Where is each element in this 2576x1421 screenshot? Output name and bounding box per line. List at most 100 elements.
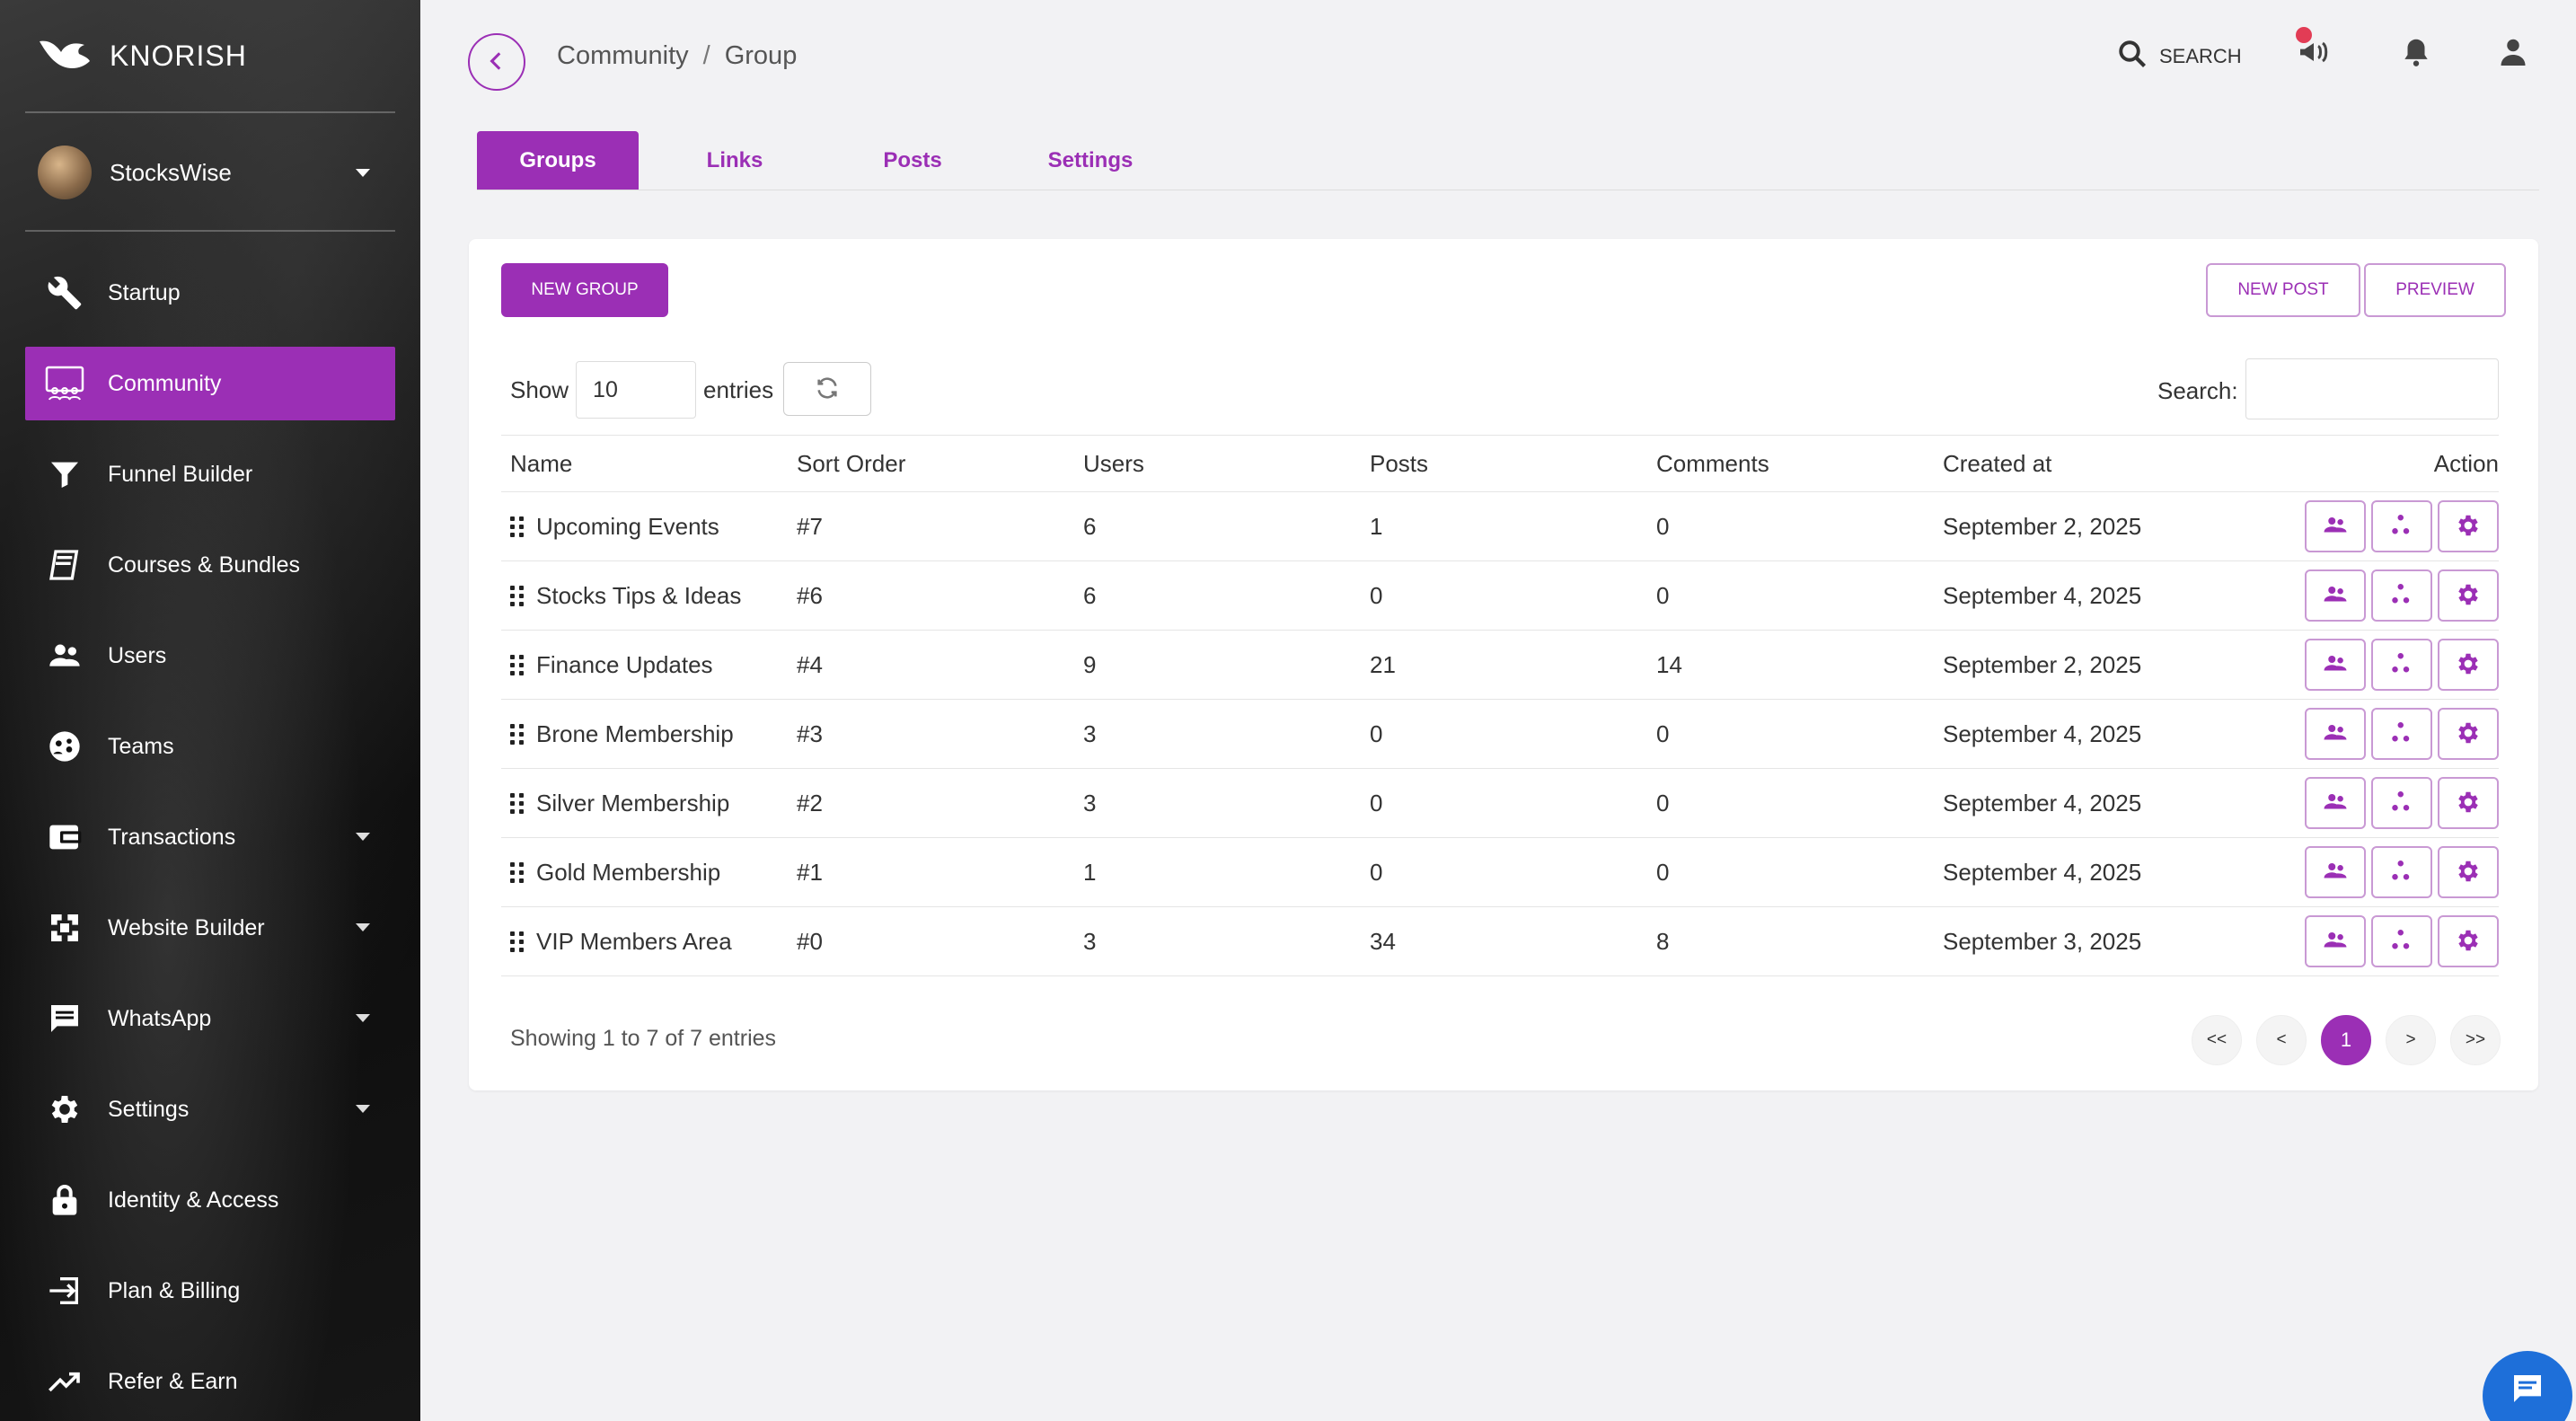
entries-input[interactable] [576, 361, 697, 419]
share-icon [2388, 927, 2415, 957]
group-name[interactable]: VIP Members Area [536, 928, 732, 956]
preview-button[interactable]: PREVIEW [2364, 263, 2506, 317]
members-button[interactable] [2305, 708, 2366, 760]
drag-handle-icon[interactable] [510, 654, 524, 675]
search-input[interactable] [2245, 358, 2499, 419]
page-last-button[interactable]: >> [2450, 1015, 2501, 1065]
people-icon [2322, 650, 2349, 680]
global-search-button[interactable]: SEARCH [2116, 38, 2242, 75]
brand[interactable]: KNORISH [38, 32, 247, 79]
sidebar-item-website-builder[interactable]: Website Builder [25, 891, 395, 965]
drag-handle-icon[interactable] [510, 861, 524, 883]
share-button[interactable] [2371, 708, 2432, 760]
divider [25, 230, 395, 232]
profile-button[interactable] [2493, 34, 2533, 74]
sidebar-item-courses[interactable]: Courses & Bundles [25, 528, 395, 602]
group-settings-button[interactable] [2438, 708, 2499, 760]
new-post-button[interactable]: NEW POST [2206, 263, 2360, 317]
new-group-button[interactable]: NEW GROUP [501, 263, 668, 317]
sidebar-item-whatsapp[interactable]: WhatsApp [25, 982, 395, 1055]
sidebar-item-settings[interactable]: Settings [25, 1072, 395, 1146]
group-settings-button[interactable] [2438, 915, 2499, 967]
col-posts[interactable]: Posts [1361, 435, 1647, 492]
page-next-button[interactable]: > [2386, 1015, 2436, 1065]
members-button[interactable] [2305, 777, 2366, 829]
groups-card: NEW GROUP NEW POST PREVIEW Show entries … [469, 239, 2538, 1090]
members-button[interactable] [2305, 569, 2366, 622]
group-name[interactable]: Upcoming Events [536, 513, 719, 541]
sidebar-item-community[interactable]: Community [25, 347, 395, 420]
divider [25, 111, 395, 113]
created-at-cell: September 2, 2025 [1934, 491, 2220, 561]
gear-icon [2455, 512, 2482, 542]
share-button[interactable] [2371, 846, 2432, 898]
name-cell-wrap: Gold Membership [501, 837, 788, 907]
share-button[interactable] [2371, 915, 2432, 967]
sidebar-item-identity-access[interactable]: Identity & Access [25, 1163, 395, 1237]
brand-name: KNORISH [110, 39, 247, 72]
wrench-icon [45, 273, 84, 313]
group-settings-button[interactable] [2438, 777, 2499, 829]
sidebar-item-startup[interactable]: Startup [25, 256, 395, 330]
group-name[interactable]: Stocks Tips & Ideas [536, 582, 741, 610]
drag-handle-icon[interactable] [510, 931, 524, 952]
members-button[interactable] [2305, 500, 2366, 552]
page-first-button[interactable]: << [2192, 1015, 2242, 1065]
name-cell-wrap: Finance Updates [501, 630, 788, 700]
tab-groups[interactable]: Groups [477, 131, 639, 190]
share-button[interactable] [2371, 569, 2432, 622]
sidebar-item-label: Transactions [108, 824, 236, 850]
account-switcher[interactable]: StocksWise [38, 144, 370, 201]
sidebar-item-label: Courses & Bundles [108, 552, 301, 578]
sidebar-item-funnel-builder[interactable]: Funnel Builder [25, 437, 395, 511]
group-settings-button[interactable] [2438, 639, 2499, 691]
share-icon [2388, 512, 2415, 542]
group-settings-button[interactable] [2438, 846, 2499, 898]
breadcrumb-separator: / [702, 41, 710, 70]
members-button[interactable] [2305, 639, 2366, 691]
col-sort-order[interactable]: Sort Order [788, 435, 1074, 492]
group-name[interactable]: Brone Membership [536, 720, 734, 748]
breadcrumb-community[interactable]: Community [557, 41, 689, 71]
sidebar-item-teams[interactable]: Teams [25, 710, 395, 783]
drag-handle-icon[interactable] [510, 585, 524, 606]
members-button[interactable] [2305, 846, 2366, 898]
page-prev-button[interactable]: < [2256, 1015, 2307, 1065]
group-settings-button[interactable] [2438, 500, 2499, 552]
tab-posts[interactable]: Posts [824, 131, 1001, 190]
sidebar-item-users[interactable]: Users [25, 619, 395, 693]
group-name[interactable]: Silver Membership [536, 790, 729, 817]
sidebar-item-plan-billing[interactable]: Plan & Billing [25, 1254, 395, 1328]
members-button[interactable] [2305, 915, 2366, 967]
notifications-button[interactable] [2396, 34, 2436, 74]
actions-cell [2220, 560, 2499, 631]
drag-handle-icon[interactable] [510, 516, 524, 537]
share-button[interactable] [2371, 777, 2432, 829]
drag-handle-icon[interactable] [510, 792, 524, 814]
col-users[interactable]: Users [1074, 435, 1361, 492]
lock-icon [45, 1180, 84, 1220]
page-1-button[interactable]: 1 [2321, 1015, 2371, 1065]
name-cell-wrap: Stocks Tips & Ideas [501, 560, 788, 631]
col-created-at[interactable]: Created at [1934, 435, 2220, 492]
chat-button[interactable] [2483, 1351, 2572, 1421]
share-button[interactable] [2371, 639, 2432, 691]
refresh-button[interactable] [783, 362, 871, 416]
name-cell-wrap: Upcoming Events [501, 491, 788, 561]
table-row: Silver Membership #2 3 0 0 September 4, 2025 [501, 768, 2499, 838]
back-button[interactable] [468, 33, 525, 91]
bird-logo-icon [38, 36, 92, 76]
users-icon [45, 636, 84, 675]
tab-links[interactable]: Links [646, 131, 824, 190]
tab-settings[interactable]: Settings [1001, 131, 1179, 190]
col-name[interactable]: Name [501, 435, 788, 492]
col-comments[interactable]: Comments [1647, 435, 1934, 492]
comments-cell: 0 [1647, 491, 1934, 561]
group-settings-button[interactable] [2438, 569, 2499, 622]
share-button[interactable] [2371, 500, 2432, 552]
sidebar-item-transactions[interactable]: Transactions [25, 800, 395, 874]
drag-handle-icon[interactable] [510, 723, 524, 745]
group-name[interactable]: Gold Membership [536, 859, 720, 887]
sidebar-item-refer-earn[interactable]: Refer & Earn [25, 1345, 395, 1418]
group-name[interactable]: Finance Updates [536, 651, 713, 679]
